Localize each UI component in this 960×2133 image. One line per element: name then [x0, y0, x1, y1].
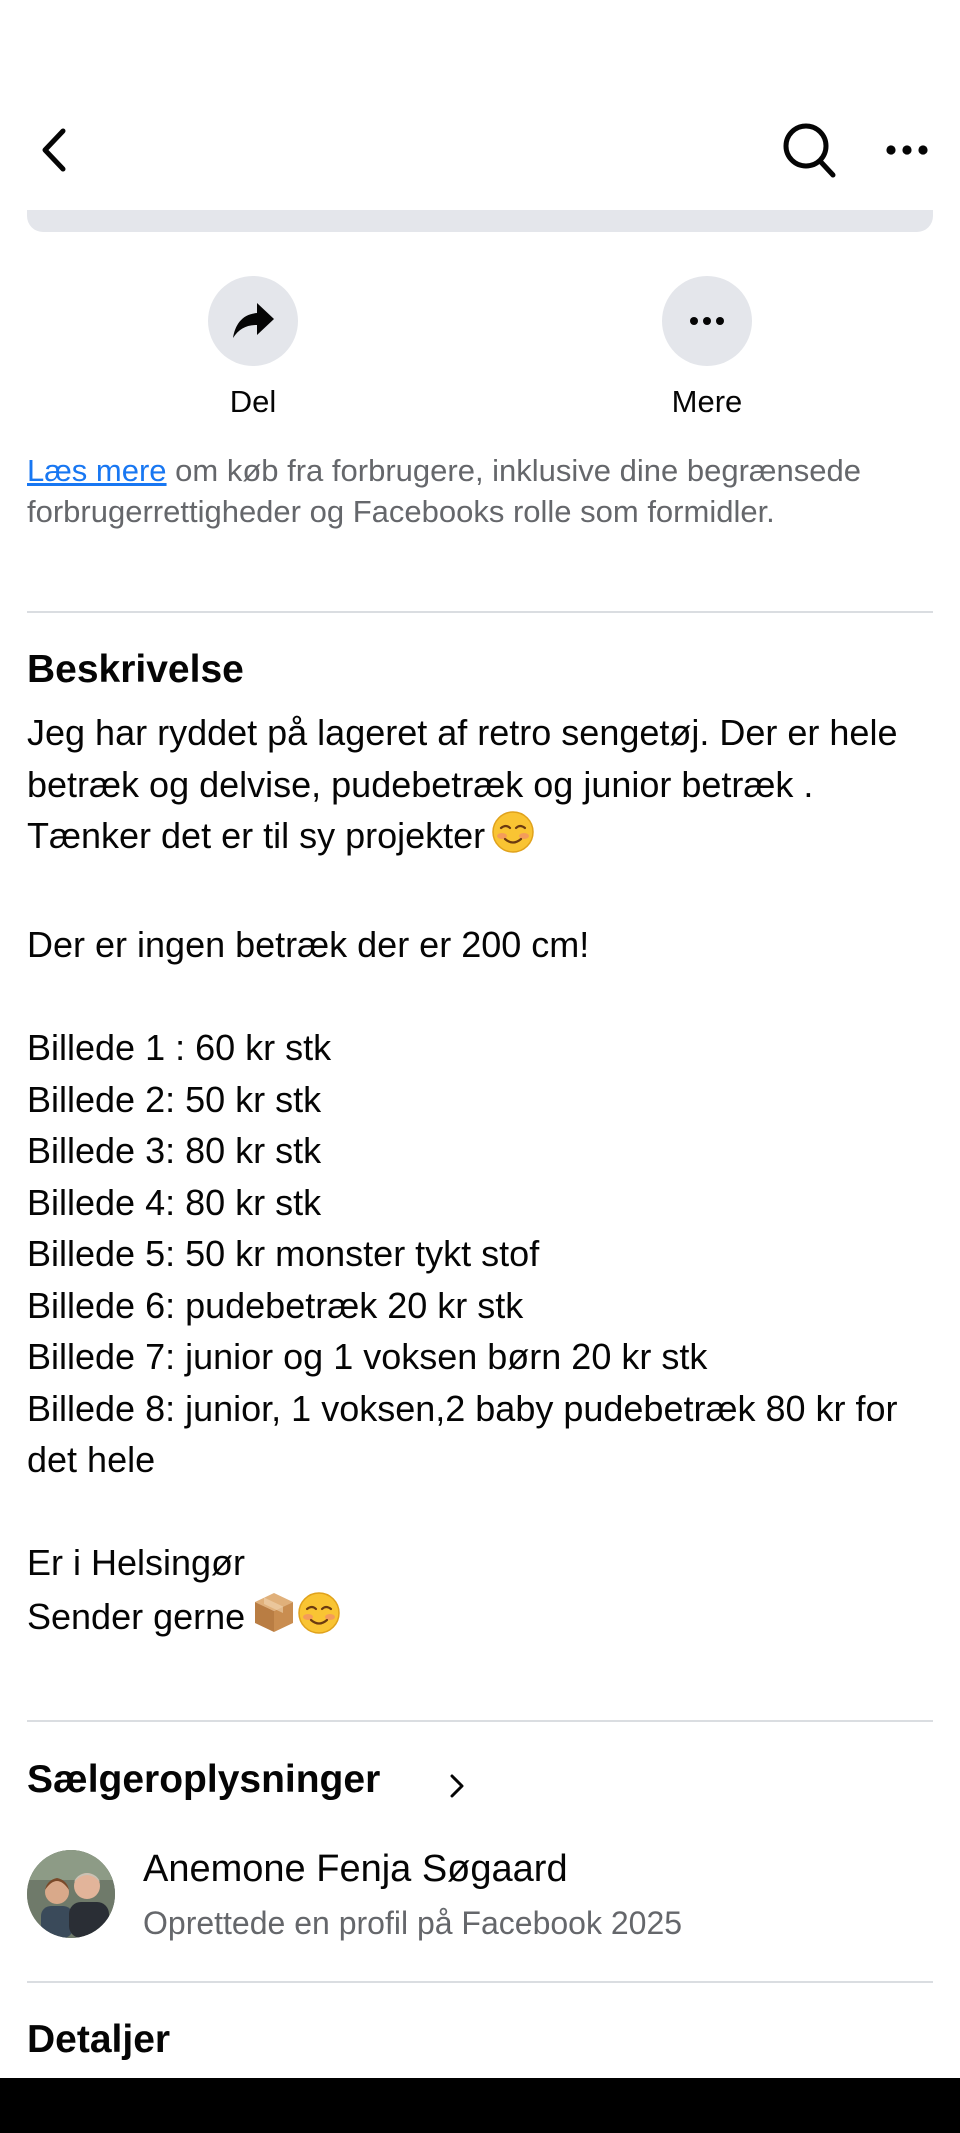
seller-avatar[interactable]	[27, 1850, 115, 1938]
back-button[interactable]	[26, 118, 82, 182]
more-dots-icon	[690, 317, 724, 325]
search-icon	[783, 123, 836, 178]
price-line: Billede 8: junior, 1 voksen,2 baby pudeb…	[27, 1387, 898, 1481]
price-line: Billede 2: 50 kr stk	[27, 1078, 322, 1120]
more-options-button[interactable]	[880, 118, 934, 182]
more-label: Mere	[671, 384, 743, 419]
read-more-link[interactable]: Læs mere	[27, 453, 167, 488]
shipping-line: Sender gerne	[27, 1589, 947, 1649]
price-line: Billede 6: pudebetræk 20 kr stk	[27, 1284, 524, 1326]
divider	[27, 1720, 933, 1722]
description-line: Jeg har ryddet på lageret af retro senge…	[27, 712, 898, 805]
price-line: Billede 3: 80 kr stk	[27, 1130, 322, 1171]
action-buttons: Del Mere	[0, 276, 960, 426]
top-navigation-bar	[0, 0, 960, 210]
price-line: Billede 1 : 60 kr stk	[27, 1027, 332, 1068]
price-line: Billede 5: 50 kr monster tykt stof	[27, 1233, 540, 1274]
location-line: Er i Helsingør	[27, 1542, 246, 1583]
share-label: Del	[229, 384, 277, 419]
price-line: Billede 4: 80 kr stk	[27, 1181, 322, 1223]
share-button[interactable]	[208, 276, 298, 366]
share-arrow-icon	[233, 303, 274, 338]
description-body: Jeg har ryddet på lageret af retro senge…	[27, 707, 947, 1648]
package-emoji-icon	[251, 1589, 297, 1649]
description-line: Tænker det er til sy projekter	[27, 810, 947, 868]
chevron-left-icon	[42, 128, 66, 172]
seller-name[interactable]: Anemone Fenja Søgaard	[143, 1848, 568, 1891]
more-horizontal-icon	[886, 145, 928, 155]
more-button[interactable]	[662, 276, 752, 366]
seller-joined-text: Oprettede en profil på Facebook 2025	[143, 1905, 683, 1941]
smiling-emoji-icon	[491, 810, 535, 868]
consumer-info-text: Læs mere om køb fra forbrugere, inklusiv…	[27, 450, 933, 532]
smiling-emoji-icon	[297, 1591, 341, 1649]
divider	[27, 1981, 933, 1983]
chevron-right-icon[interactable]	[442, 1766, 472, 1806]
search-button[interactable]	[780, 118, 838, 182]
details-heading: Detaljer	[27, 2018, 171, 2061]
divider	[27, 611, 933, 613]
system-navigation-bar	[0, 2078, 960, 2133]
share-action[interactable]: Del	[173, 276, 333, 420]
price-line: Billede 7: junior og 1 voksen børn 20 kr…	[27, 1336, 708, 1377]
description-line: Der er ingen betræk der er 200 cm!	[27, 924, 590, 965]
seller-info-heading[interactable]: Sælgeroplysninger	[27, 1758, 380, 1802]
more-action[interactable]: Mere	[627, 276, 787, 420]
description-heading: Beskrivelse	[27, 648, 244, 691]
